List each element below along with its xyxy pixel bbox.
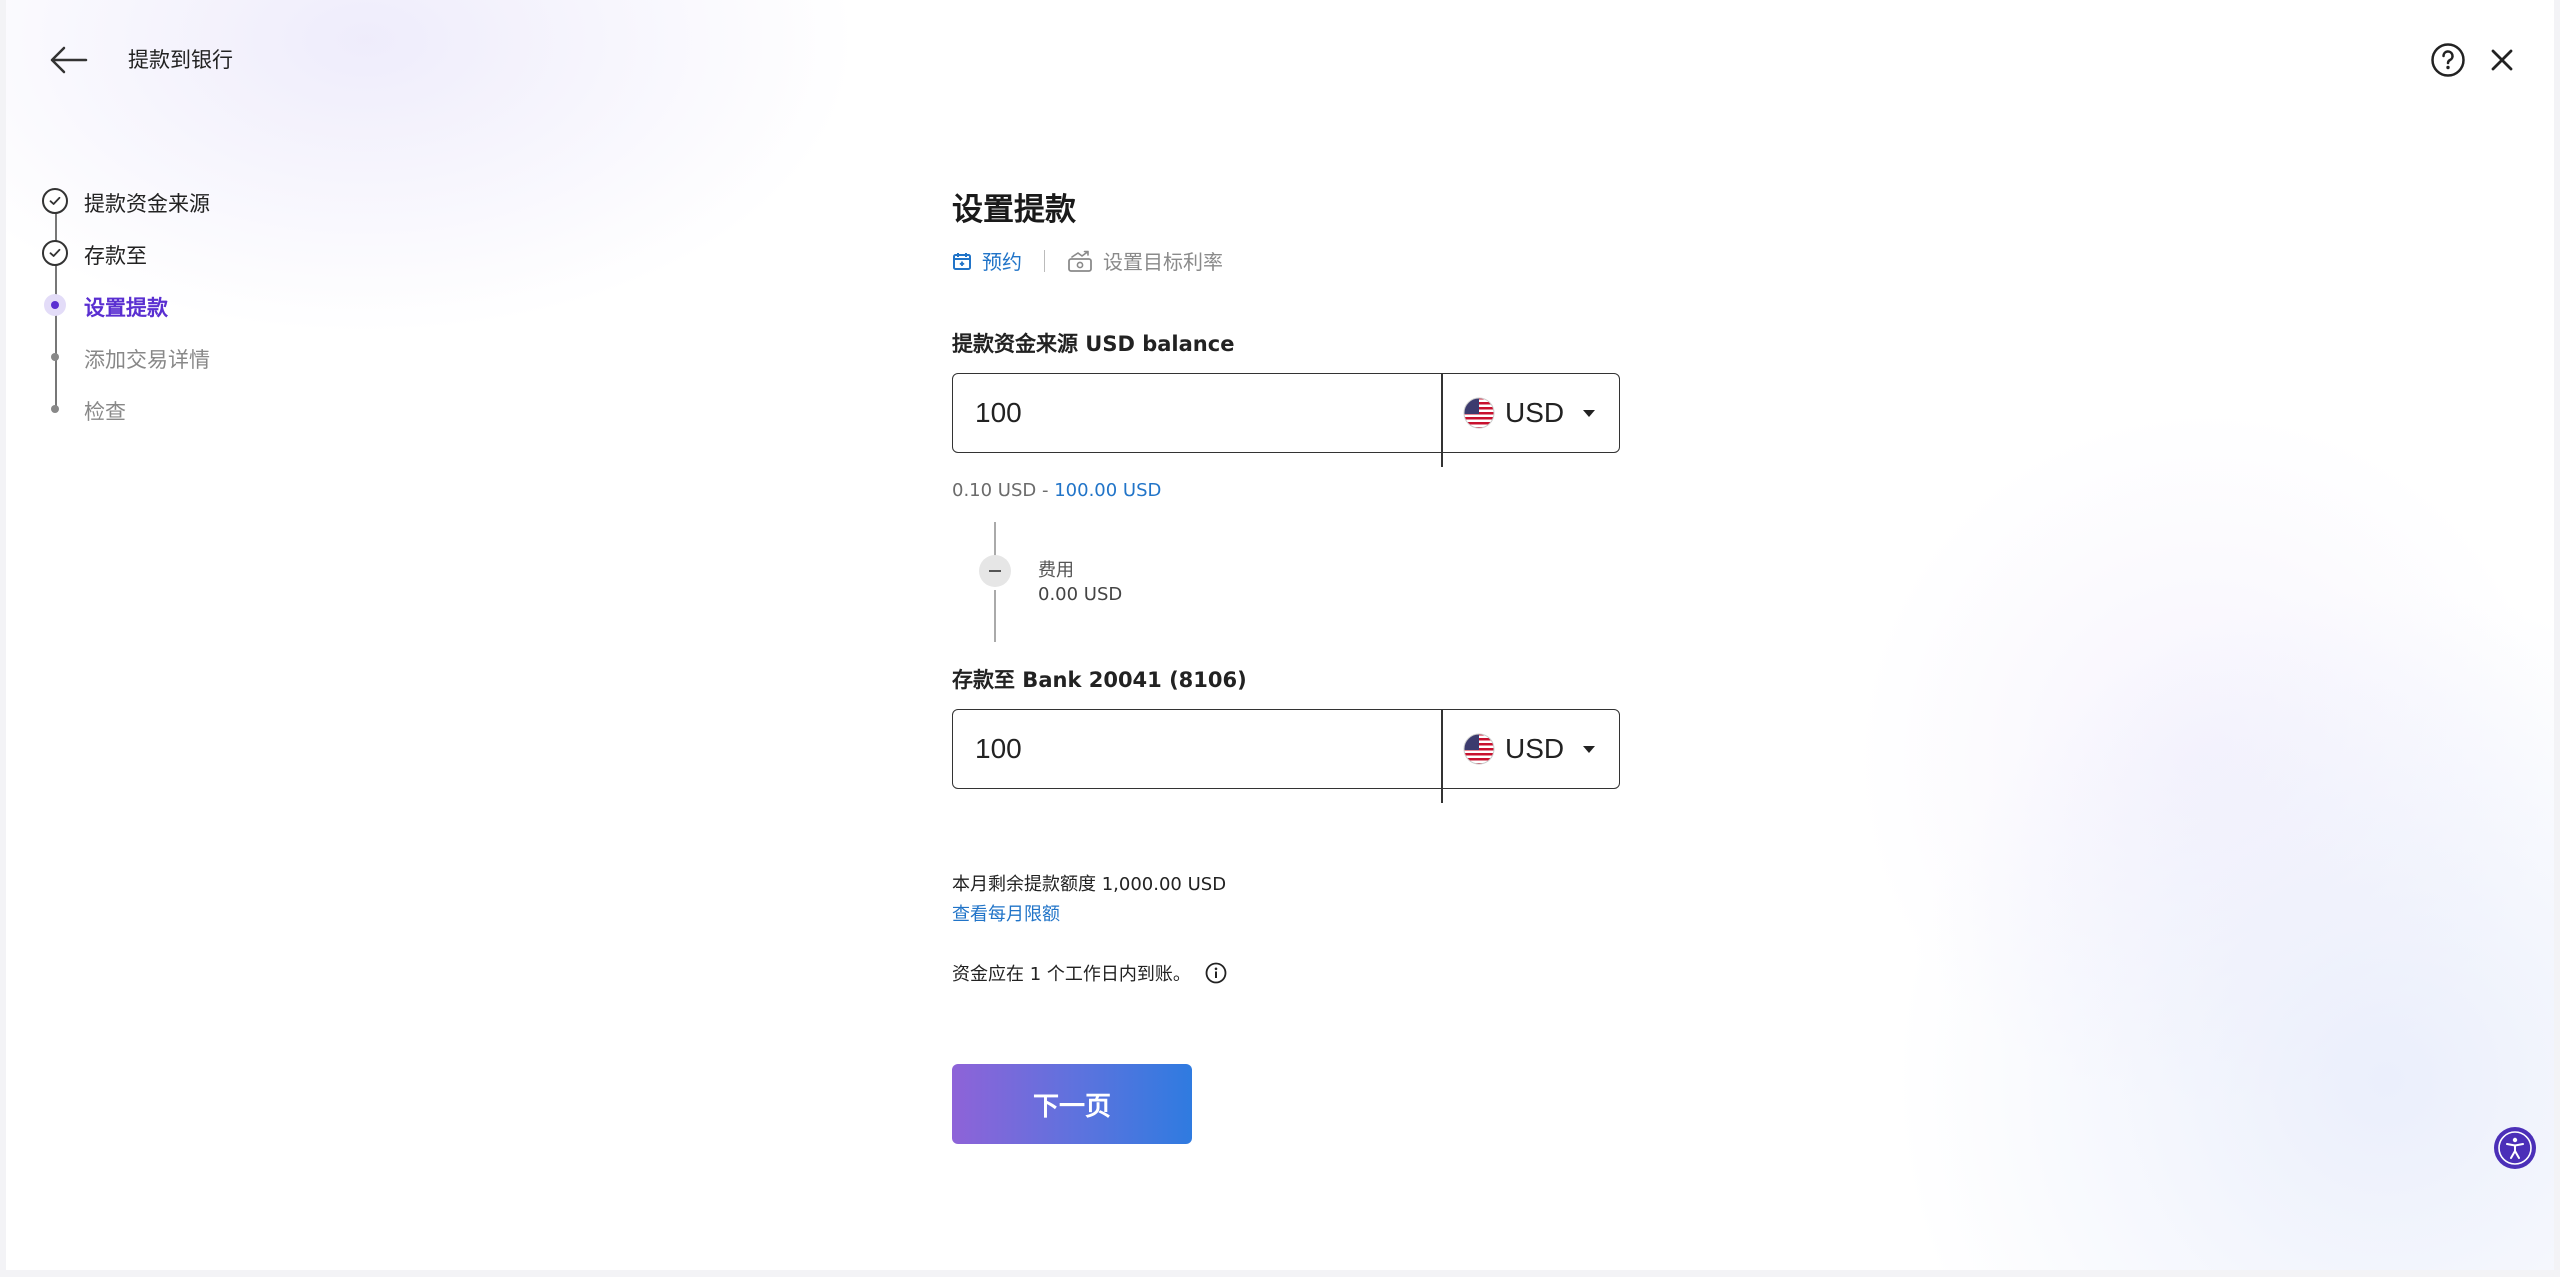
pending-step-dot-icon bbox=[51, 405, 59, 413]
next-page-button[interactable]: 下一页 bbox=[952, 1064, 1192, 1144]
tab-target-rate[interactable]: 设置目标利率 bbox=[1067, 246, 1223, 275]
currency-code: USD bbox=[1505, 396, 1565, 428]
step-label: 存款至 bbox=[84, 244, 147, 268]
step-label: 设置提款 bbox=[84, 296, 168, 320]
step-review: 检查 bbox=[40, 394, 126, 424]
help-button[interactable] bbox=[2430, 42, 2466, 78]
view-monthly-limit-link[interactable]: 查看每月限额 bbox=[952, 900, 1060, 926]
accessibility-icon bbox=[2494, 1127, 2536, 1169]
tab-divider bbox=[1044, 249, 1045, 272]
destination-currency-select[interactable]: USD bbox=[1443, 710, 1619, 787]
mode-tabs: 预约 设置目标利率 bbox=[952, 246, 1223, 275]
tab-label: 设置目标利率 bbox=[1103, 250, 1223, 274]
tab-label: 预约 bbox=[982, 250, 1022, 274]
fee-value: 0.00 USD bbox=[1038, 584, 1123, 605]
calendar-icon bbox=[953, 252, 971, 270]
source-currency-select[interactable]: USD bbox=[1443, 374, 1619, 451]
monthly-limit-text: 本月剩余提款额度 1,000.00 USD bbox=[952, 874, 1227, 895]
currency-code: USD bbox=[1505, 732, 1565, 764]
source-label: 提款资金来源 USD balance bbox=[952, 332, 1235, 356]
section-title: 设置提款 bbox=[952, 192, 1076, 228]
page: 提款到银行 提款资金来源 存款至 设置提款 添加交易详情 检查 设置提款 预约 … bbox=[6, 0, 2554, 1270]
range-max-link[interactable]: 100.00 USD bbox=[1054, 480, 1161, 501]
arrow-left-icon bbox=[50, 46, 88, 74]
active-step-dot-icon bbox=[44, 294, 66, 316]
minus-icon bbox=[979, 555, 1011, 587]
step-label: 提款资金来源 bbox=[84, 192, 210, 216]
fee-connector-line bbox=[994, 522, 996, 558]
info-icon[interactable] bbox=[1205, 962, 1227, 984]
target-rate-icon bbox=[1068, 250, 1092, 272]
arrival-text: 资金应在 1 个工作日内到账。 bbox=[952, 964, 1191, 985]
close-icon bbox=[2491, 49, 2513, 71]
source-amount-field: USD bbox=[952, 373, 1620, 467]
step-transaction-details: 添加交易详情 bbox=[40, 342, 210, 372]
caret-down-icon bbox=[1583, 409, 1596, 417]
step-source: 提款资金来源 bbox=[40, 186, 210, 216]
destination-label: 存款至 Bank 20041 (8106) bbox=[952, 668, 1247, 692]
step-label: 添加交易详情 bbox=[84, 348, 210, 372]
page-title: 提款到银行 bbox=[128, 48, 233, 72]
accessibility-button[interactable] bbox=[2493, 1126, 2537, 1170]
back-button[interactable] bbox=[46, 40, 90, 80]
range-separator: - bbox=[1036, 480, 1055, 501]
step-deposit-to: 存款至 bbox=[40, 238, 147, 268]
tab-schedule[interactable]: 预约 bbox=[952, 246, 1022, 275]
check-circle-icon bbox=[42, 188, 68, 214]
question-circle-icon bbox=[2431, 43, 2465, 77]
step-label: 检查 bbox=[84, 400, 126, 424]
close-button[interactable] bbox=[2486, 44, 2518, 76]
range-min: 0.10 USD bbox=[952, 480, 1037, 501]
caret-down-icon bbox=[1583, 745, 1596, 753]
check-circle-icon bbox=[42, 240, 68, 266]
fee-label: 费用 bbox=[1038, 560, 1074, 581]
step-set-withdrawal: 设置提款 bbox=[40, 290, 168, 320]
pending-step-dot-icon bbox=[51, 353, 59, 361]
destination-amount-field: USD bbox=[952, 709, 1620, 803]
amount-range: 0.10 USD - 100.00 USD bbox=[952, 480, 1161, 501]
fee-connector-line bbox=[994, 590, 996, 642]
us-flag-icon bbox=[1463, 397, 1495, 428]
arrival-notice: 资金应在 1 个工作日内到账。 bbox=[952, 960, 1227, 986]
us-flag-icon bbox=[1463, 733, 1495, 764]
